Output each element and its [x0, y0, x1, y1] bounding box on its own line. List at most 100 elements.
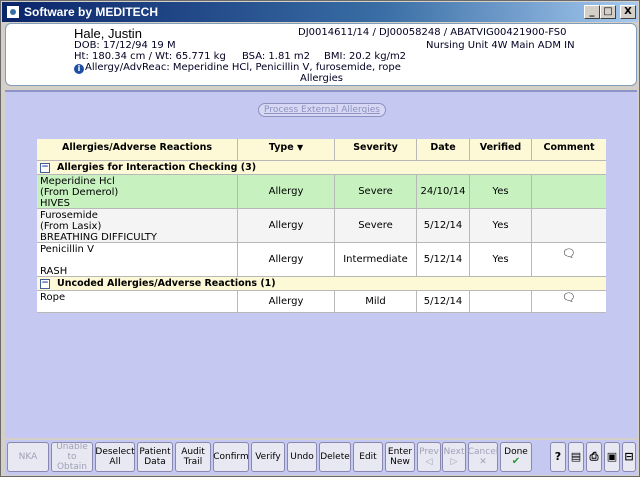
column-header-severity[interactable]: Severity: [335, 139, 417, 160]
application-window: Software by MEDITECH _ □ X Hale, Justin …: [0, 0, 640, 477]
prev-button[interactable]: Prev ◁: [417, 442, 441, 472]
confirm-label: Confirm: [213, 452, 249, 462]
audit-label-line1: Audit: [181, 447, 205, 457]
column-header-comment[interactable]: Comment: [532, 139, 606, 160]
patient-location: Nursing Unit 4W Main ADM IN: [426, 40, 575, 51]
group-row-interaction-checking[interactable]: − Allergies for Interaction Checking (3): [37, 161, 606, 175]
nka-button[interactable]: NKA: [7, 442, 49, 472]
table-row[interactable]: Penicillin V RASH Allergy Intermediate 5…: [37, 243, 606, 277]
verified-cell: Yes: [470, 209, 532, 242]
allergy-summary-text: Allergy/AdvReac: Meperidine HCl, Penicil…: [85, 62, 401, 73]
delete-button[interactable]: Delete: [319, 442, 351, 472]
grid-header-row: Allergies/Adverse Reactions Type ▼ Sever…: [37, 139, 606, 161]
date-cell: 5/12/14: [417, 243, 470, 276]
allergy-summary: i Allergy/AdvReac: Meperidine HCl, Penici…: [74, 62, 401, 74]
cancel-x-icon: ✕: [479, 457, 487, 467]
date-cell: 24/10/14: [417, 175, 470, 208]
unable-label-line2: to Obtain: [56, 452, 88, 472]
severity-cell: Intermediate: [335, 243, 417, 276]
action-toolbar: NKA Unable to Obtain Deselect All Patient D…: [5, 440, 637, 475]
verify-label: Verify: [255, 452, 281, 462]
date-cell: 5/12/14: [417, 209, 470, 242]
column-header-type[interactable]: Type ▼: [238, 139, 335, 160]
patient-data-button[interactable]: Patient Data: [137, 442, 173, 472]
checkmark-icon: ✔: [511, 456, 521, 467]
comment-bubble-icon[interactable]: 🗨: [562, 247, 576, 260]
deselect-label-line2: All: [109, 457, 121, 467]
allergy-source: [40, 255, 94, 266]
severity-cell: Severe: [335, 175, 417, 208]
meditech-logo-icon: [6, 5, 20, 19]
allergy-name: Rope: [40, 292, 66, 303]
unable-label-line1: Unable: [56, 442, 88, 452]
undo-button[interactable]: Undo: [287, 442, 317, 472]
edit-button[interactable]: Edit: [353, 442, 383, 472]
reference-icon: ▤: [570, 450, 582, 463]
column-header-date[interactable]: Date: [417, 139, 470, 160]
confirm-button[interactable]: Confirm: [213, 442, 249, 472]
group-label: Allergies for Interaction Checking (3): [57, 162, 257, 173]
comment-cell[interactable]: 🗨: [532, 243, 606, 276]
collapse-icon[interactable]: −: [40, 163, 50, 173]
undo-label: Undo: [290, 452, 314, 462]
edit-label: Edit: [359, 452, 377, 462]
next-label: Next: [443, 447, 465, 457]
allergy-name: Meperidine Hcl: [40, 176, 115, 187]
audit-trail-button[interactable]: Audit Trail: [175, 442, 211, 472]
comment-cell[interactable]: [532, 209, 606, 242]
exit-button[interactable]: ⊟: [622, 442, 636, 472]
column-header-allergy[interactable]: Allergies/Adverse Reactions: [37, 139, 238, 160]
minimize-button[interactable]: _: [584, 5, 600, 19]
close-button[interactable]: X: [620, 5, 636, 19]
verified-cell: [470, 291, 532, 312]
unable-to-obtain-button[interactable]: Unable to Obtain: [51, 442, 93, 472]
next-button[interactable]: Next ▷: [442, 442, 466, 472]
enter-new-button[interactable]: Enter New: [385, 442, 415, 472]
verify-button[interactable]: Verify: [251, 442, 285, 472]
patient-height-weight: Ht: 180.34 cm / Wt: 65.771 kg: [74, 51, 226, 62]
comment-bubble-icon[interactable]: 🗨: [562, 291, 576, 304]
info-icon[interactable]: i: [74, 64, 84, 74]
allergy-source: (From Demerol): [40, 187, 119, 198]
print-button[interactable]: ⎙: [586, 442, 602, 472]
title-bar[interactable]: Software by MEDITECH _ □ X: [2, 2, 638, 22]
delete-label: Delete: [320, 452, 350, 462]
comment-cell[interactable]: 🗨: [532, 291, 606, 312]
column-header-type-label: Type: [268, 142, 294, 153]
help-icon: ?: [554, 450, 562, 463]
enter-new-label-line1: Enter: [387, 447, 413, 457]
sort-descending-icon: ▼: [296, 143, 304, 152]
lock-icon: ▣: [606, 450, 618, 463]
type-cell: Allergy: [238, 291, 335, 312]
prev-label: Prev: [419, 447, 439, 457]
collapse-icon[interactable]: −: [40, 279, 50, 289]
patient-banner: Hale, Justin DOB: 17/12/94 19 M Ht: 180.…: [5, 23, 637, 86]
table-row[interactable]: Furosemide (From Lasix) BREATHING DIFFIC…: [37, 209, 606, 243]
group-label: Uncoded Allergies/Adverse Reactions (1): [57, 278, 276, 289]
allergy-name: Furosemide: [40, 210, 98, 221]
severity-cell: Severe: [335, 209, 417, 242]
reference-button[interactable]: ▤: [568, 442, 584, 472]
allergy-cell: Penicillin V RASH: [37, 243, 238, 277]
column-header-verified[interactable]: Verified: [470, 139, 532, 160]
deselect-all-button[interactable]: Deselect All: [95, 442, 135, 472]
done-button[interactable]: Done ✔: [500, 442, 532, 472]
patient-bmi: BMI: 20.2 kg/m2: [324, 51, 407, 62]
table-row[interactable]: Rope Allergy Mild 5/12/14 🗨: [37, 291, 606, 313]
exit-icon: ⊟: [624, 450, 634, 463]
allergy-source: (From Lasix): [40, 221, 102, 232]
table-row[interactable]: Meperidine Hcl (From Demerol) HIVES Alle…: [37, 175, 606, 209]
group-row-uncoded[interactable]: − Uncoded Allergies/Adverse Reactions (1…: [37, 277, 606, 291]
patient-name: Hale, Justin: [74, 26, 142, 41]
process-external-allergies-button[interactable]: Process External Allergies: [258, 103, 386, 117]
maximize-button[interactable]: □: [600, 5, 616, 19]
cancel-button[interactable]: Cancel ✕: [468, 442, 498, 472]
enter-new-label-line2: New: [390, 457, 410, 467]
patient-data-label-line1: Patient: [139, 447, 171, 457]
comment-cell[interactable]: [532, 175, 606, 208]
lock-button[interactable]: ▣: [604, 442, 620, 472]
help-button[interactable]: ?: [550, 442, 566, 472]
type-cell: Allergy: [238, 243, 335, 276]
allergy-summary-continued: Allergies: [300, 73, 343, 84]
verified-cell: Yes: [470, 175, 532, 208]
